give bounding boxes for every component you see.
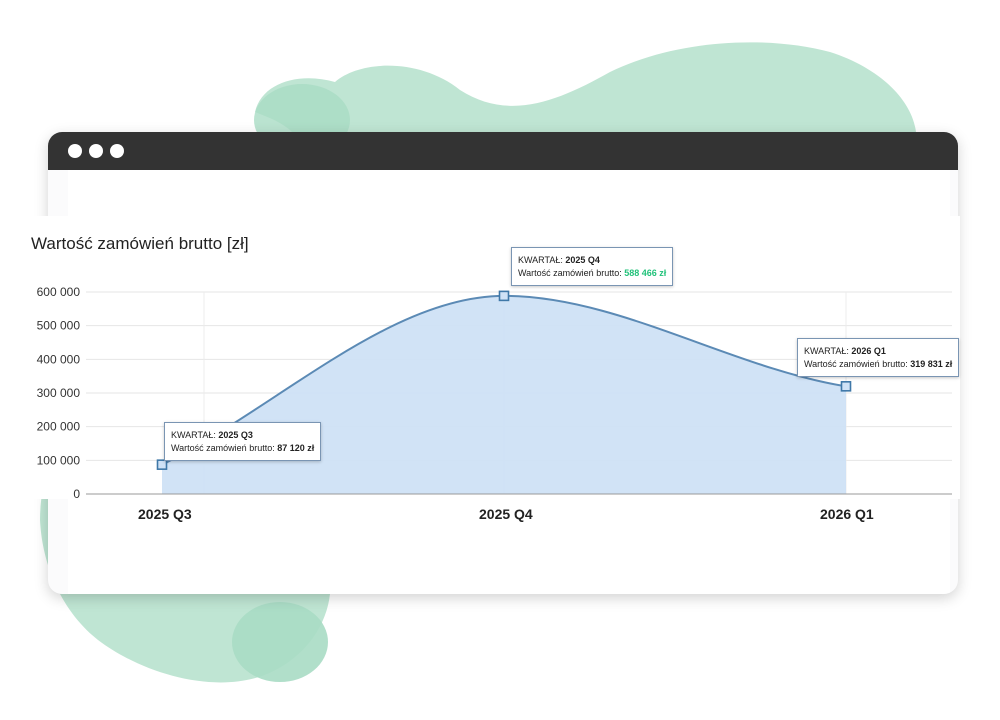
y-tick-label: 600 000 bbox=[37, 285, 81, 299]
y-tick-label: 0 bbox=[73, 487, 80, 501]
y-tick-label: 400 000 bbox=[37, 352, 81, 366]
x-tick-label: 2026 Q1 bbox=[820, 506, 874, 522]
tooltip-period: 2026 Q1 bbox=[851, 346, 886, 356]
data-tooltip: KWARTAŁ: 2025 Q4 Wartość zamówień brutto… bbox=[511, 247, 674, 286]
data-tooltip: KWARTAŁ: 2025 Q3 Wartość zamówień brutto… bbox=[164, 422, 322, 461]
tooltip-value-label: Wartość zamówień brutto: bbox=[804, 359, 908, 369]
y-tick-label: 300 000 bbox=[37, 386, 81, 400]
data-point bbox=[840, 381, 852, 392]
tooltip-value: 87 120 zł bbox=[277, 443, 315, 453]
tooltip-period: 2025 Q3 bbox=[218, 430, 253, 440]
tooltip-label: KWARTAŁ: bbox=[171, 430, 216, 440]
y-tick-label: 500 000 bbox=[37, 319, 81, 333]
x-tick-label: 2025 Q4 bbox=[479, 506, 533, 522]
tooltip-period: 2025 Q4 bbox=[565, 255, 600, 265]
y-tick-label: 100 000 bbox=[37, 453, 81, 467]
tooltip-value: 319 831 zł bbox=[910, 359, 953, 369]
data-point bbox=[498, 290, 510, 302]
data-tooltip: KWARTAŁ: 2026 Q1 Wartość zamówień brutto… bbox=[797, 338, 960, 377]
tooltip-label: KWARTAŁ: bbox=[804, 346, 849, 356]
y-tick-label: 200 000 bbox=[37, 420, 81, 434]
tooltip-label: KWARTAŁ: bbox=[518, 255, 563, 265]
tooltip-value-label: Wartość zamówień brutto: bbox=[171, 443, 275, 453]
tooltip-value-label: Wartość zamówień brutto: bbox=[518, 268, 622, 278]
tooltip-value: 588 466 zł bbox=[624, 268, 667, 278]
data-point bbox=[156, 459, 168, 470]
x-tick-label: 2025 Q3 bbox=[138, 506, 192, 522]
